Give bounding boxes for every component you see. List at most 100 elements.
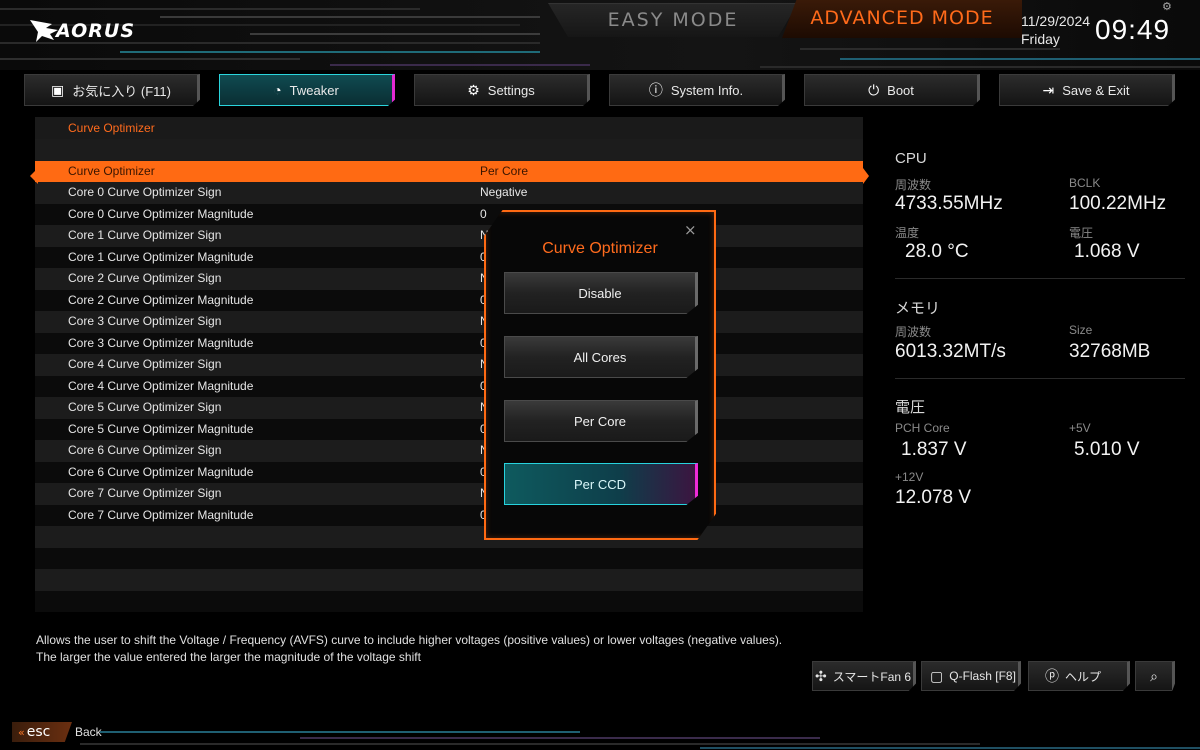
tab-save-exit[interactable]: ⇥ Save & Exit bbox=[999, 74, 1175, 106]
bclk-label: BCLK bbox=[1069, 176, 1101, 190]
setting-row[interactable]: Core 6 Curve Optimizer Magnitude 0 bbox=[35, 461, 863, 483]
setting-row[interactable]: Core 0 Curve Optimizer Sign Negative bbox=[35, 182, 863, 204]
setting-row[interactable]: Core 5 Curve Optimizer Magnitude 0 bbox=[35, 418, 863, 440]
setting-row[interactable]: Core 2 Curve Optimizer Magnitude 0 bbox=[35, 289, 863, 311]
esc-label: esc bbox=[26, 724, 51, 740]
settings-panel: Curve Optimizer Curve Optimizer Per Core C… bbox=[35, 117, 863, 613]
setting-label: Core 0 Curve Optimizer Magnitude bbox=[68, 206, 254, 221]
tab-save-exit-label: Save & Exit bbox=[1062, 82, 1130, 98]
setting-label: Core 7 Curve Optimizer Magnitude bbox=[68, 507, 254, 522]
qflash-label: Q-Flash [F8] bbox=[949, 669, 1016, 683]
setting-label: Core 2 Curve Optimizer Magnitude bbox=[68, 292, 254, 307]
v12-value: 12.078 V bbox=[895, 487, 972, 508]
empty-row bbox=[35, 590, 863, 612]
setting-label: Core 0 Curve Optimizer Sign bbox=[68, 185, 222, 199]
fan-icon: ✣ bbox=[815, 667, 827, 684]
speedometer-icon: ◔ bbox=[273, 82, 282, 98]
panel-header: Curve Optimizer bbox=[35, 117, 863, 139]
close-icon[interactable]: × bbox=[684, 221, 697, 239]
voltage-title: 電圧 bbox=[895, 399, 926, 416]
info-icon: ⓘ bbox=[648, 82, 663, 98]
exit-icon: ⇥ bbox=[1042, 81, 1055, 98]
easy-mode-label: EASY MODE bbox=[607, 9, 739, 31]
setting-label: Core 1 Curve Optimizer Sign bbox=[68, 228, 222, 242]
help-label: ヘルプ bbox=[1065, 669, 1102, 684]
tab-tweaker[interactable]: ◔ Tweaker bbox=[219, 74, 395, 106]
memory-title: メモリ bbox=[895, 300, 941, 317]
smart-fan-label: スマートFan 6 [F bbox=[832, 669, 916, 684]
cpu-volt-value: 1.068 V bbox=[1074, 241, 1140, 262]
option-per-ccd[interactable]: Per CCD bbox=[504, 463, 698, 505]
gear-icon[interactable]: ⚙ bbox=[1162, 0, 1172, 13]
cpu-title: CPU bbox=[895, 150, 927, 167]
setting-row[interactable]: Core 6 Curve Optimizer SignNegative bbox=[35, 440, 863, 462]
setting-row[interactable]: Core 1 Curve Optimizer SignNegative bbox=[35, 225, 863, 247]
setting-label: Core 6 Curve Optimizer Sign bbox=[68, 443, 222, 457]
divider bbox=[895, 278, 1185, 279]
setting-label: Curve Optimizer bbox=[68, 163, 155, 178]
pch-core-value: 1.837 V bbox=[901, 439, 967, 460]
main-tabs: ▣ お気に入り (F11) ◔ Tweaker ⚙ Settings ⓘ Sys… bbox=[24, 74, 1176, 108]
option-per-core[interactable]: Per Core bbox=[504, 400, 698, 442]
curve-optimizer-dialog: × Curve Optimizer Disable All Cores Per … bbox=[484, 210, 716, 540]
setting-value: 0 bbox=[480, 206, 487, 221]
option-all-cores[interactable]: All Cores bbox=[504, 336, 698, 378]
dialog-title: Curve Optimizer bbox=[542, 240, 658, 257]
power-icon: ⏻ bbox=[868, 81, 880, 98]
setting-label: Core 5 Curve Optimizer Sign bbox=[68, 400, 222, 414]
star-folder-icon: ▣ bbox=[51, 81, 65, 98]
tab-system-info[interactable]: ⓘ System Info. bbox=[609, 74, 785, 106]
search-icon: ⌕ bbox=[1150, 667, 1158, 684]
selection-wing-right bbox=[863, 168, 869, 184]
tab-favorites[interactable]: ▣ お気に入り (F11) bbox=[24, 74, 200, 106]
setting-row[interactable]: Curve Optimizer Per Core bbox=[35, 160, 863, 182]
esc-button[interactable]: «esc bbox=[12, 722, 72, 742]
setting-row[interactable]: Core 4 Curve Optimizer Magnitude 0 bbox=[35, 375, 863, 397]
cpu-freq-label: 周波数 bbox=[895, 178, 932, 192]
smart-fan-button[interactable]: ✣ スマートFan 6 [F bbox=[812, 661, 916, 691]
tab-system-info-label: System Info. bbox=[670, 82, 744, 98]
advanced-mode-label: ADVANCED MODE bbox=[810, 7, 994, 29]
advanced-mode-button[interactable]: ADVANCED MODE bbox=[782, 0, 1022, 38]
setting-label: Core 1 Curve Optimizer Magnitude bbox=[68, 249, 254, 264]
setting-row[interactable]: Core 7 Curve Optimizer SignN bbox=[35, 483, 863, 505]
search-button[interactable]: ⌕ bbox=[1135, 661, 1175, 691]
tab-settings[interactable]: ⚙ Settings bbox=[414, 74, 590, 106]
empty-row bbox=[35, 569, 863, 591]
tab-settings-label: Settings bbox=[487, 82, 535, 98]
pch-core-label: PCH Core bbox=[895, 421, 950, 435]
day-display: Friday bbox=[1021, 31, 1060, 47]
selection-wing-left bbox=[30, 168, 38, 184]
setting-row[interactable]: Core 1 Curve Optimizer Magnitude 0 bbox=[35, 246, 863, 268]
gear-icon: ⚙ bbox=[467, 81, 480, 98]
tab-favorites-label: お気に入り (F11) bbox=[72, 83, 171, 99]
setting-row[interactable]: Core 3 Curve Optimizer Magnitude 0 bbox=[35, 332, 863, 354]
qflash-button[interactable]: ▢ Q-Flash [F8] bbox=[921, 661, 1021, 691]
setting-row[interactable]: Core 2 Curve Optimizer SignN bbox=[35, 268, 863, 290]
setting-row[interactable]: Core 7 Curve Optimizer Magnitude 0 bbox=[35, 504, 863, 526]
tab-boot[interactable]: ⏻ Boot bbox=[804, 74, 980, 106]
setting-label: Core 4 Curve Optimizer Sign bbox=[68, 357, 222, 371]
setting-label: Core 4 Curve Optimizer Magnitude bbox=[68, 378, 254, 393]
help-description: Allows the user to shift the Voltage / F… bbox=[36, 632, 782, 666]
setting-label: Core 7 Curve Optimizer Sign bbox=[68, 486, 222, 500]
setting-value: Per Core bbox=[480, 163, 529, 178]
description-line-1: Allows the user to shift the Voltage / F… bbox=[36, 633, 783, 647]
empty-row bbox=[35, 547, 863, 569]
setting-label: Core 3 Curve Optimizer Magnitude bbox=[68, 335, 254, 350]
setting-row[interactable]: Core 5 Curve Optimizer SignN bbox=[35, 397, 863, 419]
mem-size-value: 32768MB bbox=[1069, 341, 1151, 362]
bottom-banner bbox=[0, 705, 1200, 750]
cpu-freq-value: 4733.55MHz bbox=[895, 193, 1003, 214]
setting-row[interactable]: Core 4 Curve Optimizer SignN bbox=[35, 354, 863, 376]
v5-value: 5.010 V bbox=[1074, 439, 1140, 460]
bclk-value: 100.22MHz bbox=[1069, 193, 1167, 214]
mem-size-label: Size bbox=[1069, 323, 1093, 337]
setting-value: Negative bbox=[480, 185, 528, 199]
help-button[interactable]: ⓟ ヘルプ bbox=[1028, 661, 1130, 691]
option-disable[interactable]: Disable bbox=[504, 272, 698, 314]
easy-mode-button[interactable]: EASY MODE bbox=[548, 3, 798, 37]
setting-row[interactable]: Core 0 Curve Optimizer Magnitude 0 bbox=[35, 203, 863, 225]
v5-label: +5V bbox=[1069, 421, 1091, 435]
setting-row[interactable]: Core 3 Curve Optimizer SignNegative bbox=[35, 311, 863, 333]
